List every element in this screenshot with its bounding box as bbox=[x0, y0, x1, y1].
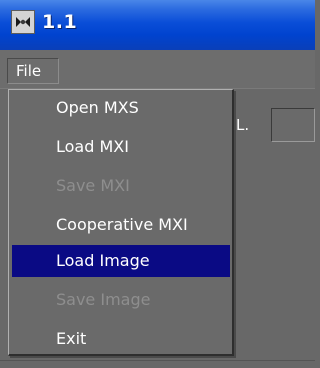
menu-file[interactable]: File bbox=[7, 58, 59, 84]
menu-item-load-image[interactable]: Load Image bbox=[12, 245, 230, 277]
app-logo-icon[interactable] bbox=[11, 10, 35, 34]
menu-item-exit[interactable]: Exit bbox=[12, 323, 230, 355]
menu-item-open-mxs[interactable]: Open MXS bbox=[12, 92, 230, 124]
menu-bar: File bbox=[0, 50, 315, 89]
divider bbox=[0, 360, 315, 361]
partial-label: L. bbox=[236, 116, 250, 134]
menu-item-load-mxi[interactable]: Load MXI bbox=[12, 131, 230, 163]
partial-input-field[interactable] bbox=[271, 108, 315, 142]
title-bar[interactable]: 1.1 bbox=[0, 0, 315, 50]
window-title: 1.1 bbox=[42, 11, 78, 33]
menu-item-save-image: Save Image bbox=[56, 290, 151, 309]
menu-item-cooperative-mxi[interactable]: Cooperative MXI bbox=[12, 209, 230, 241]
file-menu-dropdown: Open MXS Load MXI Save MXI Cooperative M… bbox=[8, 89, 234, 356]
menu-item-save-mxi: Save MXI bbox=[56, 176, 130, 195]
